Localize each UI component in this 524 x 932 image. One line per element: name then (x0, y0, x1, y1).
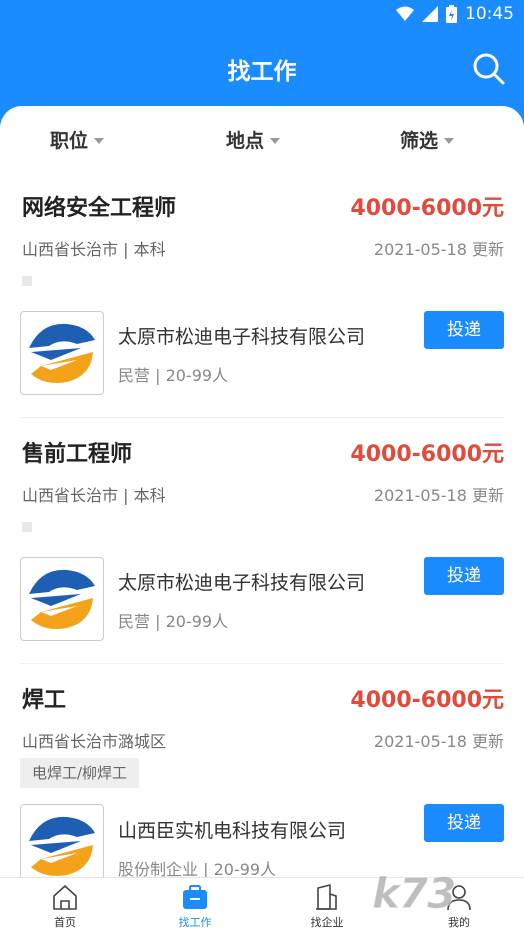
watermark-logo: k73 (368, 862, 518, 922)
signal-icon (422, 6, 438, 22)
job-title: 网络安全工程师 (22, 196, 177, 221)
page-title: 找工作 (227, 59, 297, 85)
company-logo-icon (29, 569, 95, 629)
building-icon (316, 884, 337, 910)
caret-down-icon (270, 137, 281, 144)
home-icon (53, 885, 77, 910)
job-updated-date: 2021-05-18 更新 (373, 486, 504, 505)
tab-find-company[interactable]: 找企业 (282, 882, 372, 930)
tab-find-company-label: 找企业 (310, 916, 344, 929)
svg-text:k73: k73 (372, 869, 455, 918)
job-title: 售前工程师 (22, 442, 133, 467)
filter-bar: 职位 地点 筛选 (0, 106, 524, 172)
company-meta: 民营 | 20-99人 (118, 366, 229, 385)
caret-down-icon (94, 137, 105, 144)
apply-button[interactable]: 投递 (424, 311, 504, 349)
job-card[interactable]: 售前工程师 4000-6000元 山西省长治市 | 本科 2021-05-18 … (0, 418, 524, 664)
status-icons: 10:45 (396, 4, 514, 24)
tab-find-job-label: 找工作 (178, 916, 212, 929)
status-time: 10:45 (465, 4, 514, 24)
apply-button[interactable]: 投递 (424, 804, 504, 842)
job-card[interactable]: 网络安全工程师 4000-6000元 山西省长治市 | 本科 2021-05-1… (0, 172, 524, 418)
job-location-education: 山西省长治市 | 本科 (22, 240, 166, 259)
tag-placeholder (22, 276, 32, 286)
company-name[interactable]: 山西臣实机电科技有限公司 (118, 816, 346, 843)
company-logo[interactable] (20, 557, 104, 641)
job-updated-date: 2021-05-18 更新 (373, 732, 504, 751)
company-logo-icon (29, 323, 95, 383)
apply-button[interactable]: 投递 (424, 557, 504, 595)
filter-location[interactable]: 地点 (226, 126, 281, 153)
filter-position-label: 职位 (50, 130, 89, 152)
company-meta: 民营 | 20-99人 (118, 612, 229, 631)
caret-down-icon (444, 137, 455, 144)
tab-home-label: 首页 (54, 916, 76, 929)
job-title: 焊工 (22, 688, 67, 713)
wifi-icon (396, 6, 414, 21)
company-name[interactable]: 太原市松迪电子科技有限公司 (118, 322, 365, 349)
company-logo-icon (29, 816, 95, 876)
company-logo[interactable] (20, 311, 104, 395)
job-salary: 4000-6000元 (350, 688, 504, 713)
job-location-education: 山西省长治市 | 本科 (22, 486, 166, 505)
watermark-logo-icon: k73 (372, 869, 457, 919)
job-updated-date: 2021-05-18 更新 (373, 240, 504, 259)
content-sheet: 职位 地点 筛选 网络安全工程师 4000-6000元 山西省长治市 | 本科 … (0, 106, 524, 932)
filter-more-label: 筛选 (400, 130, 439, 152)
filter-more[interactable]: 筛选 (400, 126, 455, 153)
job-location-education: 山西省长治市潞城区 (22, 732, 167, 751)
status-bar: 10:45 (0, 0, 524, 28)
tab-home[interactable]: 首页 (20, 882, 110, 930)
job-salary: 4000-6000元 (350, 196, 504, 221)
company-logo[interactable] (20, 804, 104, 888)
briefcase-icon (183, 885, 207, 909)
tag-placeholder (22, 522, 32, 532)
filter-position[interactable]: 职位 (50, 126, 105, 153)
battery-icon (446, 5, 457, 23)
filter-location-label: 地点 (226, 130, 265, 152)
search-icon[interactable] (472, 52, 506, 86)
company-name[interactable]: 太原市松迪电子科技有限公司 (118, 568, 365, 595)
job-skill-tag: 电焊工/柳焊工 (20, 758, 140, 788)
app-header: 找工作 (0, 28, 524, 108)
tab-find-job[interactable]: 找工作 (150, 882, 240, 930)
job-salary: 4000-6000元 (350, 442, 504, 467)
